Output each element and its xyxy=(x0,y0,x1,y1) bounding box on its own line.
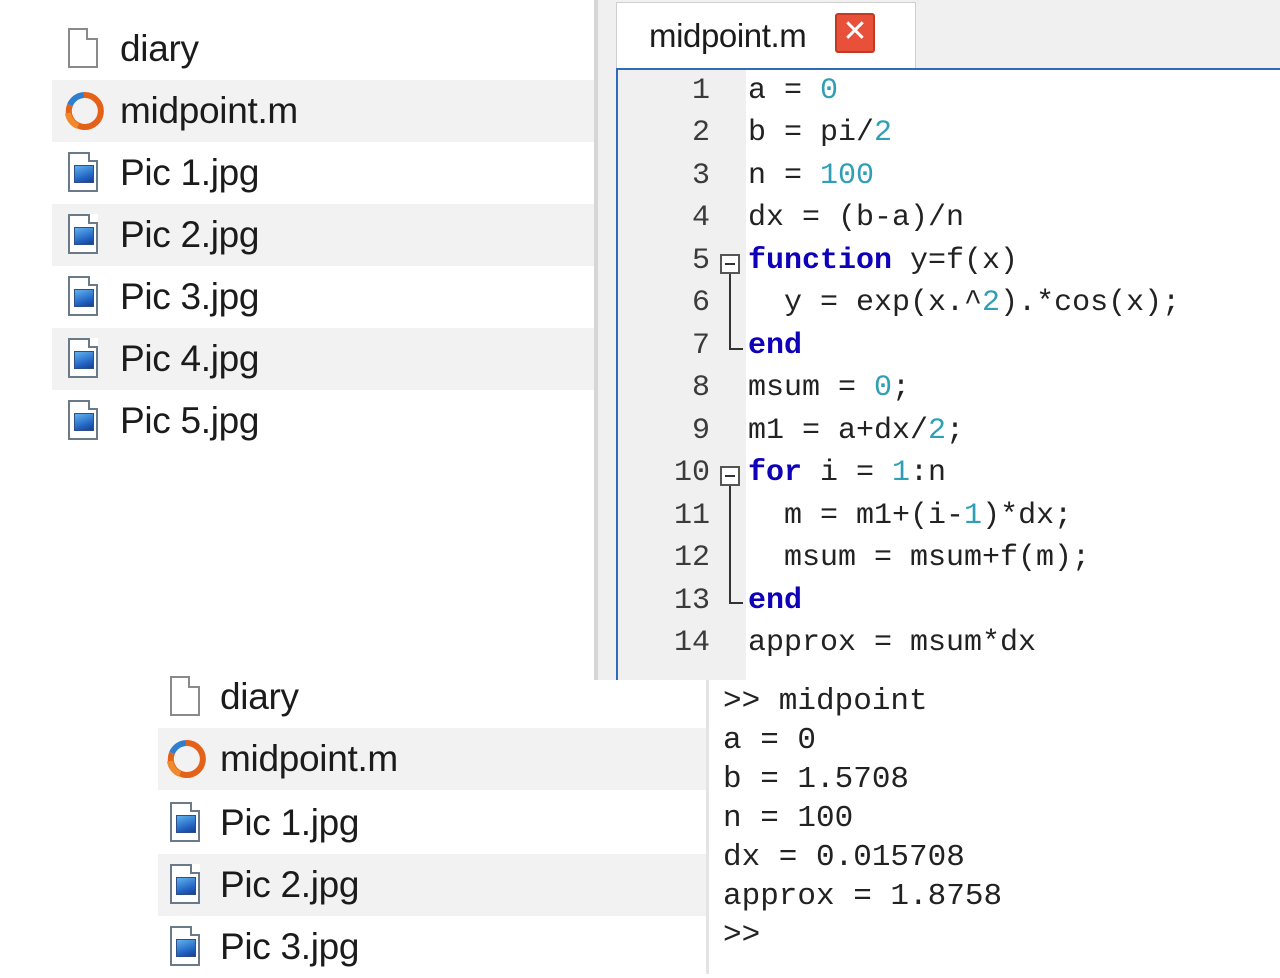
file-icon xyxy=(166,675,206,719)
code-line: msum = 0; xyxy=(748,371,911,405)
line-number: 6 xyxy=(691,286,710,320)
code-line: end xyxy=(748,329,803,363)
line-number: 13 xyxy=(673,584,710,618)
file-item-pic2[interactable]: Pic 2.jpg xyxy=(158,854,706,916)
file-name: Pic 1.jpg xyxy=(220,802,360,843)
console-line: a = 0 xyxy=(723,723,817,758)
code-line: function y=f(x) xyxy=(748,244,1019,278)
file-item-diary[interactable]: diary xyxy=(52,18,594,80)
console-line: b = 1.5708 xyxy=(723,762,910,797)
file-item-pic3[interactable]: Pic 3.jpg xyxy=(52,266,594,328)
code-line: dx = (b-a)/n xyxy=(748,201,965,235)
image-file-icon xyxy=(166,925,206,969)
panel-divider[interactable] xyxy=(594,0,598,680)
line-number: 10 xyxy=(673,456,710,490)
line-number: 1 xyxy=(691,74,710,108)
line-number: 4 xyxy=(691,201,710,235)
line-number: 5 xyxy=(691,244,710,278)
fold-guide-end xyxy=(729,602,743,604)
code-line: a = 0 xyxy=(748,74,839,108)
line-number: 14 xyxy=(673,626,710,660)
line-number: 11 xyxy=(673,499,710,533)
file-item-pic3[interactable]: Pic 3.jpg xyxy=(158,916,706,978)
file-name: Pic 2.jpg xyxy=(120,214,260,255)
code-line: for i = 1:n xyxy=(748,456,947,490)
line-number: 8 xyxy=(691,371,710,405)
file-browser-bottom: diary midpoint.m Pic 1.jpg Pic 2.jpg Pic… xyxy=(158,676,706,974)
fold-guide xyxy=(729,274,731,350)
code-editor[interactable]: 1 2 3 4 5 6 7 8 9 10 11 12 13 14 a = 0 b… xyxy=(616,68,1280,680)
image-file-icon xyxy=(166,863,206,907)
file-item-pic1[interactable]: Pic 1.jpg xyxy=(158,792,706,854)
code-line: approx = msum*dx xyxy=(748,626,1037,660)
fold-guide xyxy=(729,486,731,604)
file-name: midpoint.m xyxy=(120,90,298,131)
file-name: Pic 1.jpg xyxy=(120,152,260,193)
file-name: Pic 3.jpg xyxy=(120,276,260,317)
code-line: m = m1+(i-1)*dx; xyxy=(748,499,1073,533)
close-icon[interactable]: ✕ xyxy=(835,13,875,53)
console-line: approx = 1.8758 xyxy=(723,879,1003,914)
console-line: >> midpoint xyxy=(723,684,928,719)
line-number: 2 xyxy=(691,116,710,150)
file-name: Pic 3.jpg xyxy=(220,926,360,967)
file-item-diary[interactable]: diary xyxy=(158,666,706,728)
file-name: Pic 2.jpg xyxy=(220,864,360,905)
file-name: Pic 4.jpg xyxy=(120,338,260,379)
code-line: msum = msum+f(m); xyxy=(748,541,1091,575)
file-name: diary xyxy=(120,28,199,69)
fold-toggle-function[interactable] xyxy=(720,254,740,274)
file-icon xyxy=(64,27,104,71)
code-line: n = 100 xyxy=(748,159,875,193)
fold-guide-end xyxy=(729,348,743,350)
line-number: 3 xyxy=(691,159,710,193)
image-file-icon xyxy=(64,275,104,319)
file-item-pic2[interactable]: Pic 2.jpg xyxy=(52,204,594,266)
code-line: b = pi/2 xyxy=(748,116,893,150)
editor-tab-midpoint[interactable]: midpoint.m ✕ xyxy=(616,2,916,68)
image-file-icon xyxy=(64,337,104,381)
console-line: dx = 0.015708 xyxy=(723,840,965,875)
matlab-file-icon xyxy=(64,89,104,133)
image-file-icon xyxy=(64,213,104,257)
file-name: midpoint.m xyxy=(220,738,398,779)
file-item-pic4[interactable]: Pic 4.jpg xyxy=(52,328,594,390)
file-item-pic1[interactable]: Pic 1.jpg xyxy=(52,142,594,204)
line-number: 7 xyxy=(691,329,710,363)
tab-label: midpoint.m xyxy=(649,17,807,54)
line-number: 12 xyxy=(673,541,710,575)
line-number: 9 xyxy=(691,414,710,448)
file-item-midpoint[interactable]: midpoint.m xyxy=(158,728,706,790)
file-name: diary xyxy=(220,676,299,717)
image-file-icon xyxy=(64,151,104,195)
file-item-pic5[interactable]: Pic 5.jpg xyxy=(52,390,594,452)
code-line: m1 = a+dx/2; xyxy=(748,414,965,448)
console-line: n = 100 xyxy=(723,801,854,836)
image-file-icon xyxy=(64,399,104,443)
matlab-file-icon xyxy=(166,737,206,781)
file-name: Pic 5.jpg xyxy=(120,400,260,441)
command-window[interactable]: >> midpoint a = 0 b = 1.5708 n = 100 dx … xyxy=(709,680,1280,974)
file-item-midpoint[interactable]: midpoint.m xyxy=(52,80,594,142)
image-file-icon xyxy=(166,801,206,845)
fold-toggle-for[interactable] xyxy=(720,466,740,486)
file-browser-top: diary midpoint.m Pic 1.jpg Pic 2.jpg Pic… xyxy=(0,0,594,680)
code-line: end xyxy=(748,584,803,618)
command-prompt[interactable]: >> xyxy=(723,918,760,953)
code-line: y = exp(x.^2).*cos(x); xyxy=(748,286,1181,320)
